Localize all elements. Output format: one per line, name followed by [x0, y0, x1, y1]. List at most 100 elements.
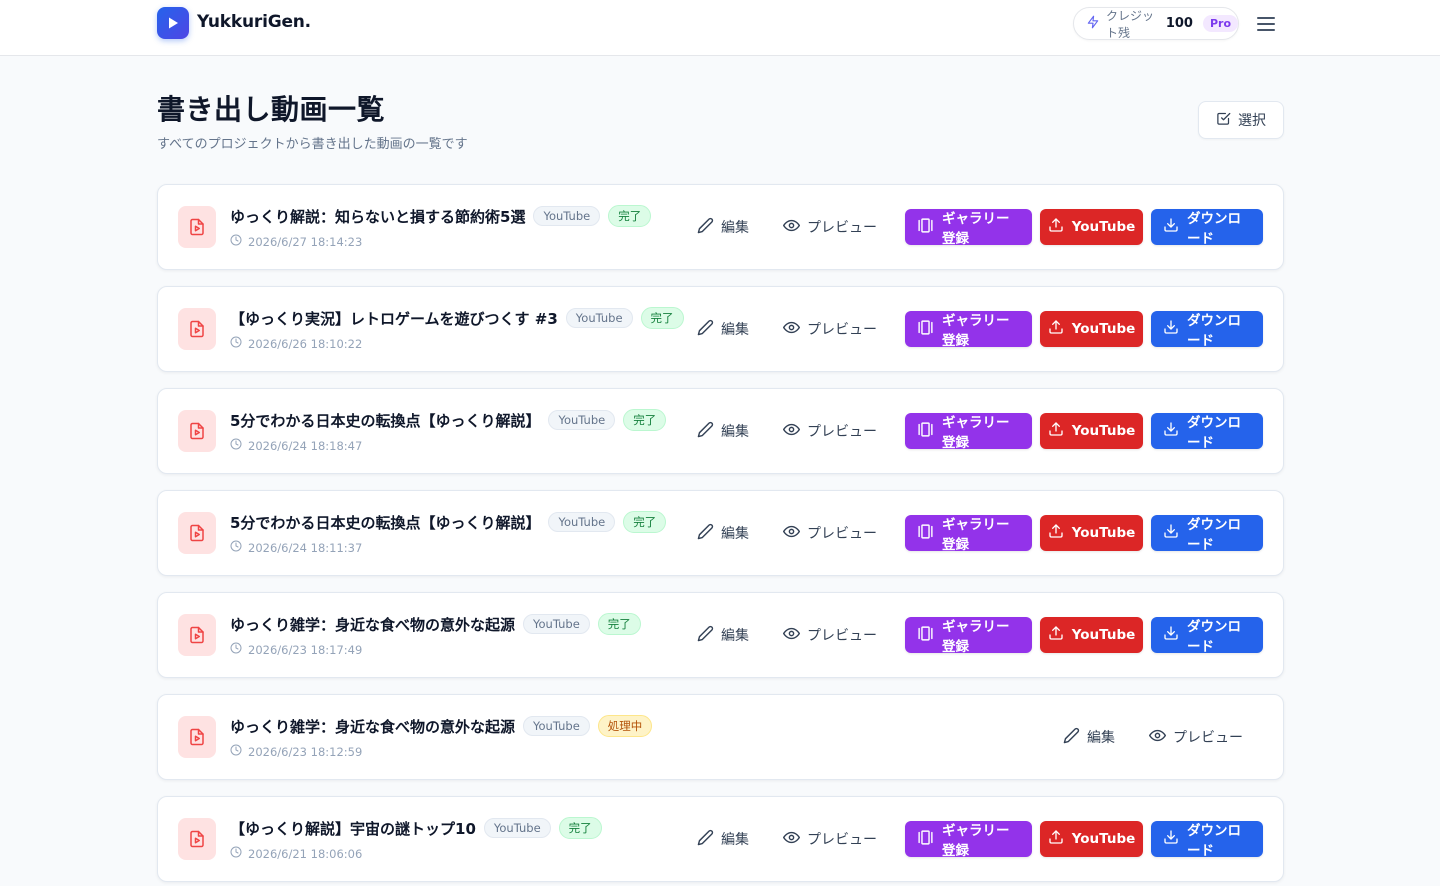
- gallery-icon: [917, 625, 934, 646]
- gallery-register-button[interactable]: ギャラリー登録: [905, 515, 1032, 553]
- download-button[interactable]: ダウンロード: [1151, 515, 1263, 553]
- edit-button[interactable]: 編集: [685, 515, 761, 551]
- preview-button[interactable]: プレビュー: [771, 311, 889, 347]
- video-card: ゆっくり雑学：身近な食べ物の意外な起源 YouTube 完了 2026/6/23…: [157, 592, 1284, 678]
- pencil-icon: [697, 829, 714, 850]
- export-date: 2026/6/26 18:10:22: [248, 336, 363, 351]
- video-title[interactable]: 5分でわかる日本史の転換点【ゆっくり解説】: [230, 512, 540, 533]
- edit-button[interactable]: 編集: [685, 413, 761, 449]
- gallery-button-label: ギャラリー登録: [942, 313, 1010, 349]
- preview-button[interactable]: プレビュー: [1137, 719, 1255, 755]
- upload-icon: [1048, 421, 1064, 441]
- video-title[interactable]: ゆっくり雑学：身近な食べ物の意外な起源: [230, 716, 515, 737]
- video-title[interactable]: ゆっくり雑学：身近な食べ物の意外な起源: [230, 614, 515, 635]
- edit-button[interactable]: 編集: [685, 209, 761, 245]
- youtube-upload-button[interactable]: YouTube: [1040, 515, 1143, 551]
- select-button[interactable]: 選択: [1198, 101, 1284, 139]
- hamburger-menu-icon[interactable]: [1254, 12, 1278, 36]
- pencil-icon: [1063, 727, 1080, 748]
- pencil-icon: [697, 625, 714, 646]
- video-actions: 編集 プレビュー ギャラリー登録 YouTube ダウンロード: [685, 311, 1263, 349]
- preview-button[interactable]: プレビュー: [771, 413, 889, 449]
- preview-button[interactable]: プレビュー: [771, 617, 889, 653]
- video-file-icon: [178, 308, 216, 350]
- gallery-register-button[interactable]: ギャラリー登録: [905, 413, 1032, 451]
- video-actions: 編集 プレビュー ギャラリー登録 YouTube ダウンロード: [685, 515, 1263, 553]
- youtube-button-label: YouTube: [1071, 219, 1136, 235]
- edit-button-label: 編集: [721, 220, 749, 236]
- gallery-register-button[interactable]: ギャラリー登録: [905, 209, 1032, 247]
- export-date: 2026/6/27 18:14:23: [248, 234, 363, 249]
- video-file-icon: [178, 206, 216, 248]
- youtube-button-label: YouTube: [1071, 321, 1136, 337]
- edit-button-label: 編集: [721, 628, 749, 644]
- export-date: 2026/6/23 18:17:49: [248, 642, 363, 657]
- preview-button[interactable]: プレビュー: [771, 821, 889, 857]
- preview-button[interactable]: プレビュー: [771, 515, 889, 551]
- video-file-icon: [178, 614, 216, 656]
- edit-button-label: 編集: [721, 526, 749, 542]
- pencil-icon: [697, 217, 714, 238]
- upload-icon: [1048, 217, 1064, 237]
- youtube-upload-button[interactable]: YouTube: [1040, 311, 1143, 347]
- video-date-row: 2026/6/23 18:17:49: [230, 642, 362, 657]
- video-title[interactable]: 【ゆっくり実況】レトロゲームを遊びつくす #3: [230, 308, 558, 329]
- preview-button-label: プレビュー: [807, 526, 877, 542]
- edit-button[interactable]: 編集: [685, 311, 761, 347]
- download-button[interactable]: ダウンロード: [1151, 209, 1263, 247]
- upload-icon: [1048, 319, 1064, 339]
- youtube-upload-button[interactable]: YouTube: [1040, 821, 1143, 857]
- eye-icon: [1149, 727, 1166, 748]
- credit-label: クレジット残: [1106, 8, 1155, 40]
- eye-icon: [783, 829, 800, 850]
- platform-badge: YouTube: [523, 716, 590, 736]
- video-card: ゆっくり雑学：身近な食べ物の意外な起源 YouTube 処理中 2026/6/2…: [157, 694, 1284, 780]
- clock-icon: [230, 438, 242, 453]
- gallery-register-button[interactable]: ギャラリー登録: [905, 617, 1032, 655]
- lightning-icon: [1086, 14, 1100, 33]
- download-button-label: ダウンロード: [1187, 211, 1241, 247]
- select-button-label: 選択: [1238, 113, 1266, 129]
- download-icon: [1163, 217, 1179, 237]
- video-title[interactable]: 5分でわかる日本史の転換点【ゆっくり解説】: [230, 410, 540, 431]
- gallery-button-label: ギャラリー登録: [942, 415, 1010, 451]
- edit-button-label: 編集: [721, 322, 749, 338]
- video-actions: 編集 プレビュー ギャラリー登録 YouTube ダウンロード: [685, 821, 1263, 859]
- download-button[interactable]: ダウンロード: [1151, 821, 1263, 859]
- video-title[interactable]: 【ゆっくり解説】宇宙の謎トップ10: [230, 818, 476, 839]
- edit-button[interactable]: 編集: [1051, 719, 1127, 755]
- video-file-icon: [178, 716, 216, 758]
- gallery-register-button[interactable]: ギャラリー登録: [905, 311, 1032, 349]
- download-button[interactable]: ダウンロード: [1151, 617, 1263, 655]
- video-actions: 編集 プレビュー: [1051, 719, 1263, 755]
- credit-balance-pill[interactable]: クレジット残 100 Pro: [1073, 7, 1239, 40]
- video-date-row: 2026/6/23 18:12:59: [230, 744, 362, 759]
- gallery-button-label: ギャラリー登録: [942, 517, 1010, 553]
- youtube-upload-button[interactable]: YouTube: [1040, 209, 1143, 245]
- export-date: 2026/6/23 18:12:59: [248, 744, 363, 759]
- youtube-upload-button[interactable]: YouTube: [1040, 617, 1143, 653]
- video-date-row: 2026/6/24 18:18:47: [230, 438, 362, 453]
- download-button[interactable]: ダウンロード: [1151, 413, 1263, 451]
- video-actions: 編集 プレビュー ギャラリー登録 YouTube ダウンロード: [685, 209, 1263, 247]
- checkbox-icon: [1216, 111, 1231, 130]
- download-icon: [1163, 523, 1179, 543]
- video-card: 【ゆっくり解説】宇宙の謎トップ10 YouTube 完了 2026/6/21 1…: [157, 796, 1284, 882]
- preview-button[interactable]: プレビュー: [771, 209, 889, 245]
- gallery-register-button[interactable]: ギャラリー登録: [905, 821, 1032, 859]
- platform-badge: YouTube: [523, 614, 590, 634]
- edit-button[interactable]: 編集: [685, 821, 761, 857]
- export-date: 2026/6/24 18:11:37: [248, 540, 363, 555]
- app-name[interactable]: YukkuriGen.: [197, 12, 311, 32]
- plan-badge: Pro: [1202, 15, 1238, 32]
- logo-play-icon[interactable]: [157, 7, 189, 39]
- download-button-label: ダウンロード: [1187, 823, 1241, 859]
- gallery-icon: [917, 217, 934, 238]
- edit-button[interactable]: 編集: [685, 617, 761, 653]
- download-button[interactable]: ダウンロード: [1151, 311, 1263, 349]
- video-file-icon: [178, 818, 216, 860]
- video-title[interactable]: ゆっくり解説：知らないと損する節約術5選: [230, 206, 525, 227]
- gallery-button-label: ギャラリー登録: [942, 211, 1010, 247]
- youtube-upload-button[interactable]: YouTube: [1040, 413, 1143, 449]
- video-file-icon: [178, 410, 216, 452]
